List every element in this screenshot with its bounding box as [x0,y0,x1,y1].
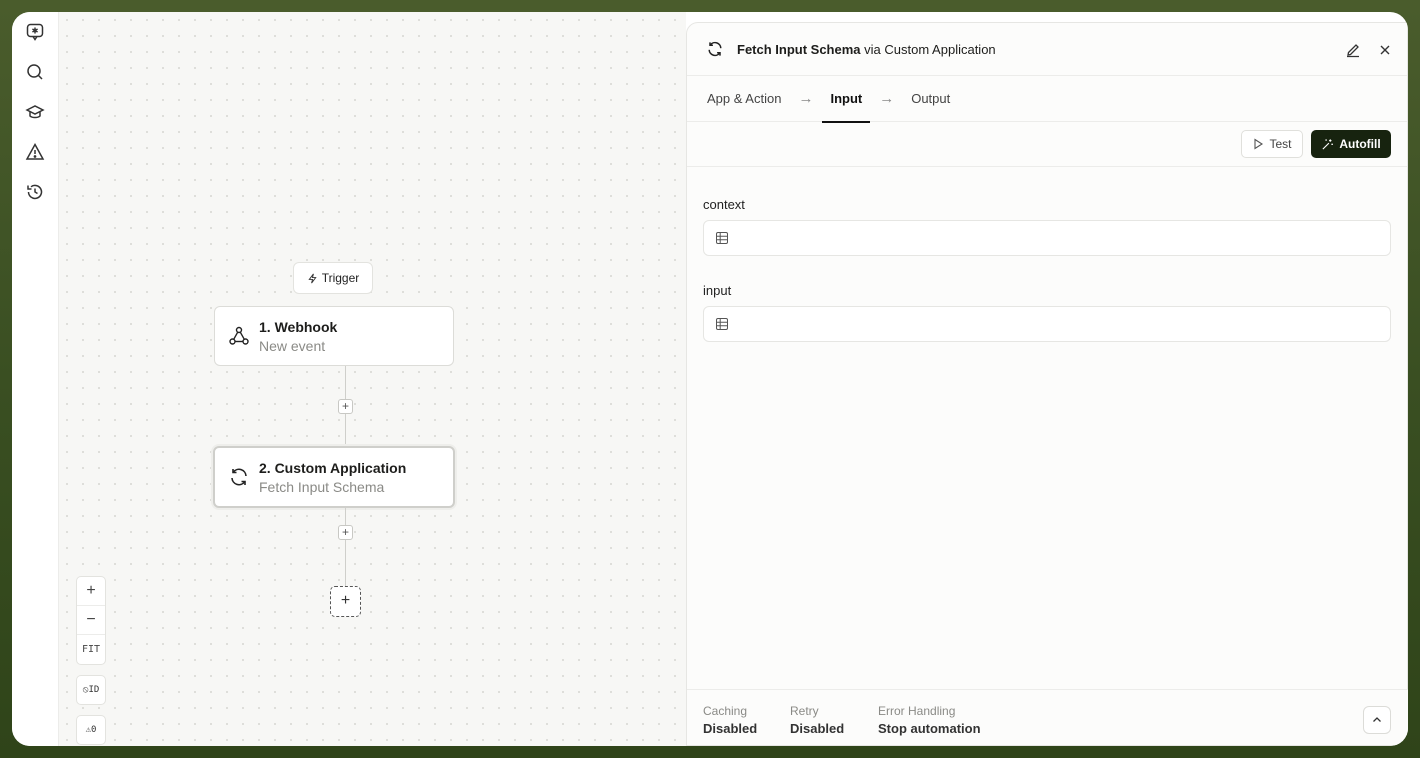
context-label: context [703,197,745,212]
trigger-label: Trigger [321,271,360,285]
context-input[interactable] [703,220,1391,256]
autofill-button[interactable]: Autofill [1311,130,1391,158]
magic-wand-icon [1322,138,1334,150]
logo-chat-icon[interactable] [23,20,47,44]
workflow-node-webhook[interactable]: 1. Webhook New event [214,306,454,366]
add-step-button[interactable]: + [330,586,361,617]
node-title: 1. Webhook [259,318,338,335]
error-handling-label: Error Handling [878,704,956,718]
app-window: Trigger 1. Webhook New event + 2. Custom… [12,12,1408,746]
node-subtitle: New event [259,337,326,354]
retry-value: Disabled [790,721,845,736]
tab-output[interactable]: Output [911,76,950,122]
input-input[interactable] [703,306,1391,342]
fit-view-button[interactable]: FIT [77,635,105,664]
retry-setting[interactable]: Retry Disabled [790,704,844,736]
refresh-icon [215,465,259,489]
table-icon [716,318,728,330]
autofill-button-label: Autofill [1339,137,1381,151]
step-tabs: App & Action → Input → Output [687,76,1407,123]
test-button-label: Test [1269,137,1292,151]
flow-canvas[interactable]: Trigger 1. Webhook New event + 2. Custom… [59,12,686,746]
panel-title-action: Fetch Input Schema [737,41,861,57]
node-subtitle: Fetch Input Schema [259,478,385,495]
panel-title-via: via [860,41,885,57]
table-icon [716,232,728,244]
panel-header: Fetch Input Schema via Custom Applicatio… [687,23,1407,76]
retry-label: Retry [790,704,819,718]
chevron-up-icon[interactable] [1363,706,1391,734]
test-button[interactable]: Test [1241,130,1303,158]
panel-title: Fetch Input Schema via Custom Applicatio… [737,42,996,57]
trigger-chip[interactable]: Trigger [293,262,373,294]
left-rail [12,12,59,746]
arrow-right-icon: → [798,90,814,107]
connector-line [345,508,346,586]
workflow-node-custom-application[interactable]: 2. Custom Application Fetch Input Schema [213,446,455,508]
zoom-in-button[interactable]: + [77,577,105,606]
error-handling-value: Stop automation [878,721,981,736]
warnings-button[interactable]: ⚠0 [76,715,106,745]
close-icon[interactable] [1376,41,1394,59]
webhook-icon [215,324,259,348]
caching-setting[interactable]: Caching Disabled [703,704,757,736]
step-config-panel: Fetch Input Schema via Custom Applicatio… [686,22,1408,746]
search-icon[interactable] [23,60,47,84]
refresh-icon [708,41,722,57]
play-icon [1254,138,1264,150]
edit-icon[interactable] [1344,41,1362,59]
error-handling-setting[interactable]: Error Handling Stop automation [878,704,981,736]
lightning-icon [308,273,317,283]
insert-step-button[interactable]: + [338,399,353,414]
input-toolbar: Test Autofill [687,122,1407,167]
history-icon[interactable] [23,180,47,204]
caching-label: Caching [703,704,748,718]
caching-value: Disabled [703,721,758,736]
warning-triangle-icon[interactable] [23,140,47,164]
panel-title-app: Custom Application [884,41,996,57]
graduation-cap-icon[interactable] [23,100,47,124]
panel-footer: Caching Disabled Retry Disabled Error Ha… [687,689,1408,745]
zoom-controls: + − FIT [76,576,106,665]
node-title: 2. Custom Application [259,459,407,476]
arrow-right-icon: → [879,90,895,107]
input-label: input [703,283,732,298]
insert-step-button[interactable]: + [338,525,353,540]
tab-app-action[interactable]: App & Action [707,76,781,122]
zoom-out-button[interactable]: − [77,606,105,635]
id-toggle-button[interactable]: ⦸ID [76,675,106,705]
tab-input[interactable]: Input [822,76,870,123]
